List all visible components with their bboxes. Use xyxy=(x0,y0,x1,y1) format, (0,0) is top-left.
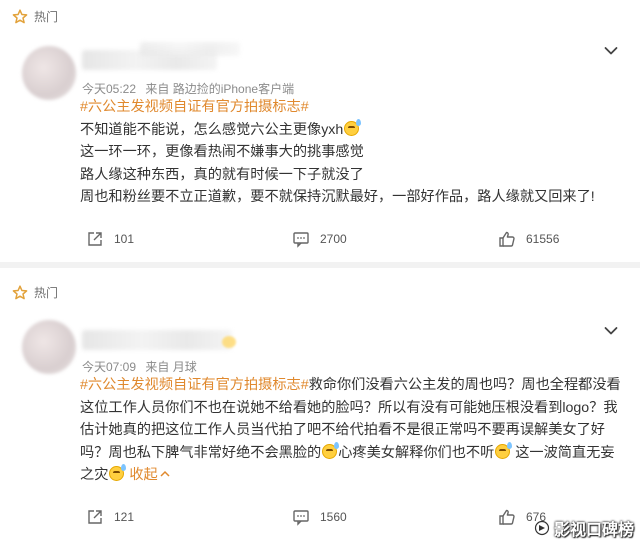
like-icon xyxy=(499,231,515,247)
like-button[interactable]: 61556 xyxy=(498,230,559,248)
content-line: 路人缘这种东西，真的就有时候一下子就没了 xyxy=(80,166,364,183)
post-actions: 101 2700 61556 xyxy=(0,230,640,254)
chevron-down-icon[interactable] xyxy=(604,46,618,56)
content-line: 这一环一环，更像看热闹不嫌事大的挑事感觉 xyxy=(80,144,364,160)
hashtag-link[interactable]: #六公主发视频自证有官方拍摄标志# xyxy=(80,377,309,393)
share-button[interactable]: 121 xyxy=(86,508,134,526)
share-button[interactable]: 101 xyxy=(86,230,134,248)
username-blurred[interactable] xyxy=(82,330,232,350)
sweat-emoji-icon xyxy=(495,441,513,459)
share-count: 121 xyxy=(114,510,135,524)
comment-button[interactable]: 1560 xyxy=(292,508,347,526)
share-icon xyxy=(88,232,102,246)
post-source: 来自 路边捡的iPhone客户端 xyxy=(145,82,295,96)
collapse-label: 收起 xyxy=(129,467,158,483)
avatar[interactable] xyxy=(22,46,76,100)
content-line: 之灾 xyxy=(80,467,109,483)
post-card-2: 热门 今天07:09 来自 月球 #六公主发视频自证有官方拍摄标志#救命你们没看… xyxy=(0,268,640,544)
watermark: 影视口碑榜 xyxy=(534,516,634,540)
hashtag-link[interactable]: #六公主发视频自证有官方拍摄标志# xyxy=(80,99,309,115)
watermark-logo-icon xyxy=(534,520,550,536)
collapse-link[interactable]: 收起 xyxy=(129,467,170,483)
sweat-emoji-icon xyxy=(109,464,127,481)
hot-label: 热门 xyxy=(34,286,59,300)
content-line: 周也和粉丝要不立正道歉，要不就保持沉默最好，一部好作品，路人缘就又回来了! xyxy=(80,189,595,205)
content-line: 估计她真的把这位工作人员当代拍了吧不给代拍看不是很正常吗不要再误解美女了好 xyxy=(80,422,605,438)
chevron-up-icon xyxy=(160,470,170,477)
share-count: 101 xyxy=(114,232,135,246)
content-line: 这位工作人员你们不也在说她不给看她的脸吗？所以有没有可能她压根没看到logo？我 xyxy=(80,399,618,416)
sweat-emoji-icon xyxy=(344,118,362,136)
post-source: 来自 月球 xyxy=(145,360,197,374)
content-line: 心疼美女解释你们也不听 xyxy=(338,444,495,461)
post-card-1: 热门 今天05:22 来自 路边捡的iPhone客户端 #六公主发视频自证有官方… xyxy=(0,0,640,262)
avatar[interactable] xyxy=(22,320,76,374)
comment-count: 2700 xyxy=(320,232,347,246)
post-content: #六公主发视频自证有官方拍摄标志#救命你们没看六公主发的周也吗？周也全程都没看 … xyxy=(80,374,625,487)
hot-badge: 热门 xyxy=(12,284,58,301)
like-icon xyxy=(499,509,515,525)
username-blurred-extra xyxy=(140,42,240,56)
hot-badge: 热门 xyxy=(12,8,58,25)
comment-icon xyxy=(293,510,309,526)
sweat-emoji-icon xyxy=(322,441,340,459)
post-time: 今天07:09 xyxy=(82,360,137,374)
comment-count: 1560 xyxy=(320,510,347,524)
post-meta: 今天07:09 来自 月球 xyxy=(82,358,197,375)
post-meta: 今天05:22 来自 路边捡的iPhone客户端 xyxy=(82,80,294,97)
like-count: 61556 xyxy=(526,232,560,246)
hot-star-icon xyxy=(12,8,28,23)
chevron-down-icon[interactable] xyxy=(604,326,618,336)
content-line: 救命你们没看六公主发的周也吗？周也全程都没看 xyxy=(308,377,621,393)
hot-label: 热门 xyxy=(34,10,59,24)
watermark-text: 影视口碑榜 xyxy=(553,522,634,539)
content-line: 这一波简直无妄 xyxy=(511,444,615,461)
vip-badge-icon xyxy=(222,336,236,348)
post-content: #六公主发视频自证有官方拍摄标志# 不知道能不能说，怎么感觉六公主更像yxh 这… xyxy=(80,96,625,209)
comment-icon xyxy=(293,232,309,248)
share-icon xyxy=(88,510,102,524)
comment-button[interactable]: 2700 xyxy=(292,230,347,248)
content-line: 不知道能不能说，怎么感觉六公主更像yxh xyxy=(80,121,344,138)
post-time: 今天05:22 xyxy=(82,82,137,96)
content-line: 吗？周也私下脾气非常好绝不会黑脸的 xyxy=(80,444,322,461)
hot-star-icon xyxy=(12,284,28,299)
